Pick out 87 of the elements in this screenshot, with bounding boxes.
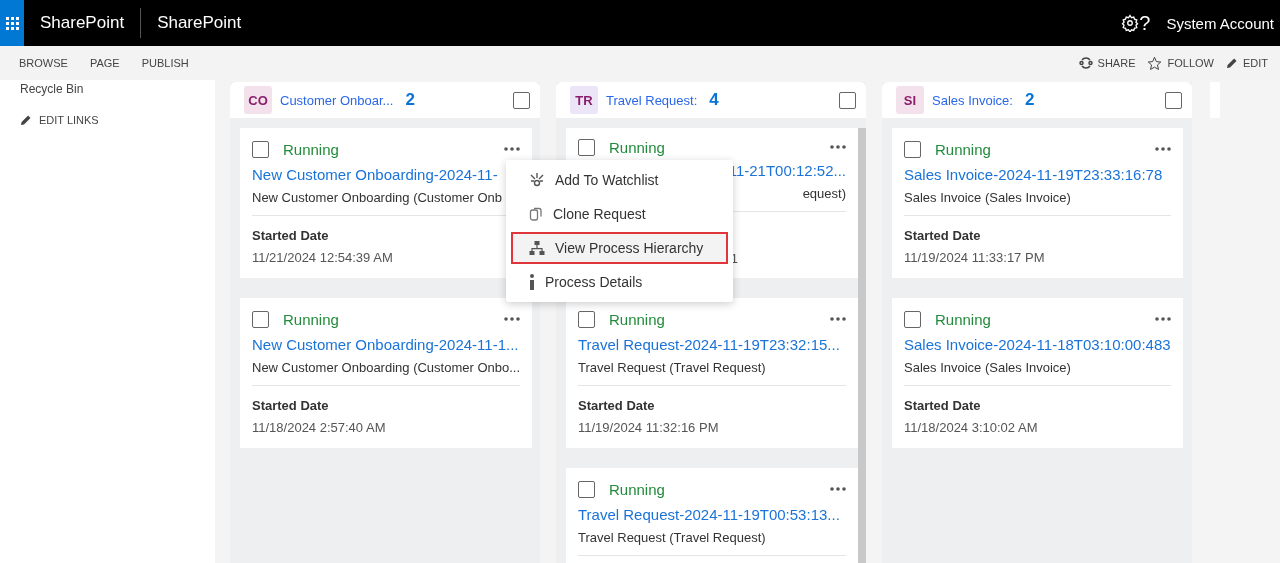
date-label: Started Date <box>252 398 330 413</box>
checkbox[interactable] <box>1165 91 1182 109</box>
more-icon <box>830 487 846 491</box>
request-link[interactable]: Sales Invoice-2024-11-19T23:33:16:78 <box>904 166 1163 183</box>
binoculars-icon <box>529 172 545 188</box>
pencil-icon <box>1225 57 1238 69</box>
checkbox[interactable] <box>252 140 269 158</box>
process-name: New Customer Onboarding (Customer Onbo... <box>252 360 521 375</box>
item-count: 2 <box>1024 90 1035 110</box>
app-launcher-button[interactable] <box>0 0 24 46</box>
process-name: New Customer Onboarding (Customer Onb <box>252 190 502 205</box>
waffle-icon <box>5 16 19 30</box>
checkbox[interactable] <box>252 310 269 328</box>
more-icon <box>830 145 846 150</box>
date-label: Started Date <box>578 398 656 413</box>
checkbox[interactable] <box>904 310 921 328</box>
ribbon-tab[interactable]: BROWSE <box>19 57 68 69</box>
request-link[interactable]: New Customer Onboarding-2024-11- <box>252 166 498 183</box>
status-text: Running <box>935 140 991 158</box>
column-title[interactable]: Sales Invoice: <box>932 92 1013 108</box>
more-icon <box>830 317 846 321</box>
pencil-icon <box>20 114 32 126</box>
checkbox[interactable] <box>578 310 595 328</box>
process-name: Travel Request (Travel Request) <box>578 360 766 375</box>
more-icon <box>1154 147 1171 151</box>
request-link[interactable]: Travel Request-2024-11-19T23:32:15... <box>578 336 840 353</box>
request-link[interactable]: Sales Invoice-2024-11-18T03:10:00:483 <box>904 336 1171 353</box>
checkbox[interactable] <box>578 138 595 156</box>
more-icon <box>504 147 521 151</box>
share-icon <box>1078 56 1093 70</box>
process-name: Sales Invoice (Sales Invoice) <box>904 190 1071 205</box>
settings-icon[interactable] <box>1121 14 1140 32</box>
status-text: Running <box>609 480 665 498</box>
date-value: 11/19/2024 11:32:16 PM <box>578 420 719 435</box>
hierarchy-icon <box>529 240 545 256</box>
nav-link[interactable]: Recycle Bin <box>20 82 215 96</box>
ribbon-tab[interactable]: PUBLISH <box>141 57 189 69</box>
item-count: 4 <box>709 90 719 110</box>
date-label: Started Date <box>904 398 982 413</box>
initials-avatar: SI <box>896 86 924 114</box>
ribbon-action[interactable]: FOLLOW <box>1147 55 1214 71</box>
more-button[interactable] <box>830 487 846 491</box>
more-button[interactable] <box>830 145 846 150</box>
ribbon-tab[interactable]: PAGE <box>89 57 120 69</box>
user-name[interactable]: System Account <box>1166 14 1274 32</box>
date-value: 11/19/2024 11:33:17 PM <box>904 250 1045 265</box>
date-label: Started Date <box>904 228 982 243</box>
process-name: Sales Invoice (Sales Invoice) <box>904 360 1071 375</box>
date-value: 11/18/2024 2:57:40 AM <box>252 420 386 435</box>
request-link[interactable]: Travel Request-2024-11-19T00:53:13... <box>578 506 840 523</box>
more-icon <box>1154 317 1171 321</box>
more-button[interactable] <box>830 317 846 321</box>
more-button[interactable] <box>504 147 521 151</box>
status-text: Running <box>283 310 339 328</box>
checkbox[interactable] <box>839 91 856 109</box>
menu-item[interactable]: View Process Hierarchy <box>511 232 728 264</box>
info-icon <box>529 274 535 290</box>
edit-links-link[interactable]: EDIT LINKS <box>20 114 215 126</box>
site-name[interactable]: SharePoint <box>141 13 258 33</box>
initials-avatar: CO <box>244 86 272 114</box>
date-value: 11/18/2024 3:10:02 AM <box>904 420 1038 435</box>
app-name[interactable]: SharePoint <box>24 13 141 33</box>
initials-avatar: TR <box>570 86 598 114</box>
help-icon[interactable]: ? <box>1139 11 1151 35</box>
more-button[interactable] <box>1154 147 1171 151</box>
request-link[interactable]: New Customer Onboarding-2024-11-1... <box>252 336 519 353</box>
ribbon-action[interactable]: SHARE <box>1078 56 1136 70</box>
process-name: Travel Request (Travel Request) <box>578 530 766 545</box>
checkbox[interactable] <box>904 140 921 158</box>
ribbon-action[interactable]: EDIT <box>1225 57 1268 69</box>
checkbox[interactable] <box>513 91 530 109</box>
checkbox[interactable] <box>578 480 595 498</box>
copy-icon <box>529 206 543 222</box>
more-button[interactable] <box>1154 317 1171 321</box>
item-count: 2 <box>405 90 415 110</box>
status-text: Running <box>609 138 665 156</box>
process-name: equest) <box>802 186 846 202</box>
star-icon <box>1147 55 1163 71</box>
more-icon <box>504 317 521 321</box>
column-title[interactable]: Travel Request: <box>606 92 698 108</box>
date-value: 11/21/2024 12:54:39 AM <box>252 250 393 265</box>
status-text: Running <box>935 310 991 328</box>
date-label: Started Date <box>252 228 330 243</box>
more-button[interactable] <box>504 317 521 321</box>
column-title[interactable]: Customer Onboar... <box>280 92 394 108</box>
status-text: Running <box>609 310 665 328</box>
status-text: Running <box>283 140 339 158</box>
